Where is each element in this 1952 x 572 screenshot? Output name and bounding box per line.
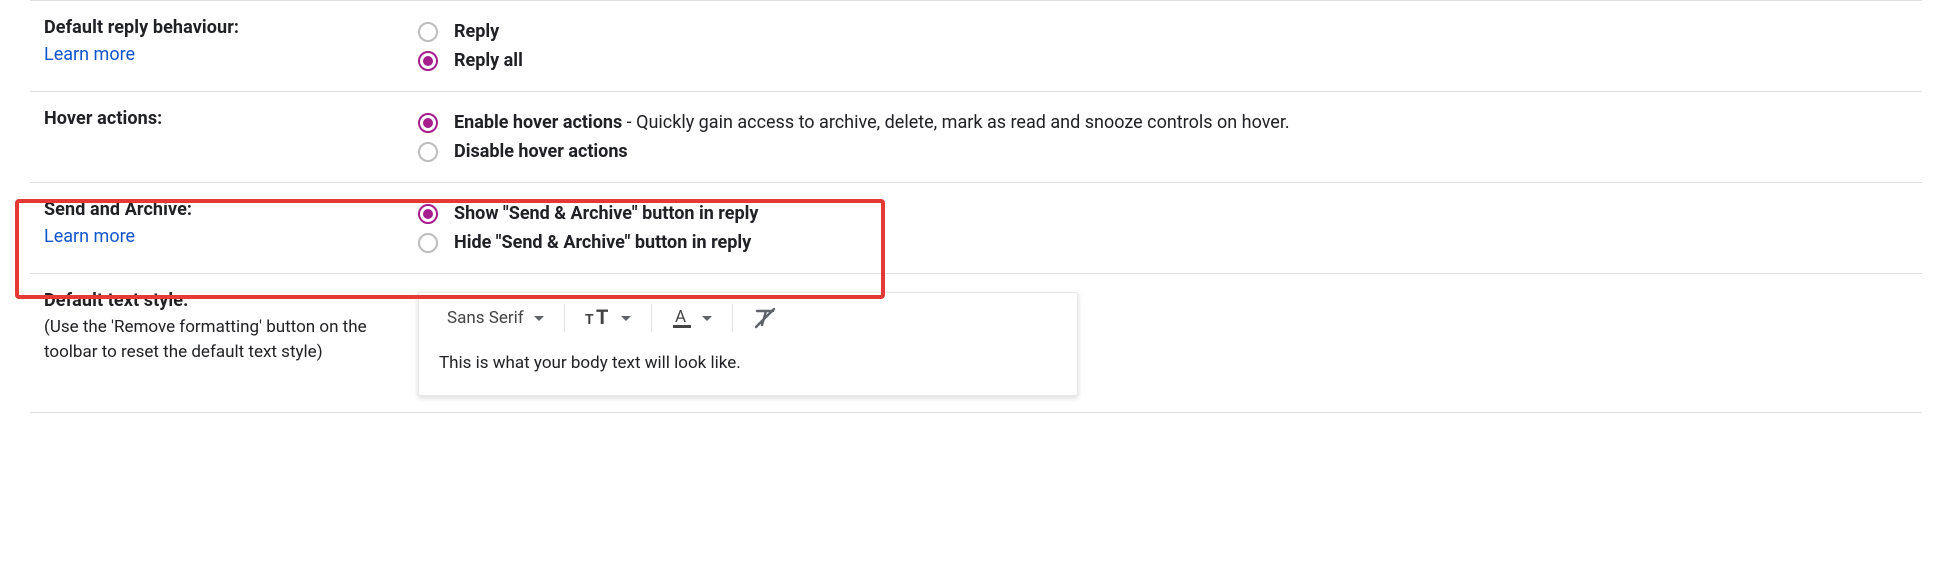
setting-title-hover: Hover actions: <box>44 108 406 129</box>
option-reply[interactable]: Reply <box>418 17 1908 46</box>
learn-more-link-send-archive[interactable]: Learn more <box>44 226 135 247</box>
font-size-dropdown[interactable]: TT <box>577 304 639 332</box>
option-reply-all[interactable]: Reply all <box>418 46 1908 75</box>
option-enable-hover-desc: - Quickly gain access to archive, delete… <box>622 112 1289 133</box>
text-style-card: Sans Serif TT A <box>418 292 1078 396</box>
section-default-reply: Default reply behaviour: Learn more Repl… <box>30 0 1922 91</box>
setting-sub-text-style: (Use the 'Remove formatting' button on t… <box>44 315 406 364</box>
text-color-icon: A <box>672 307 692 329</box>
svg-text:T: T <box>596 308 608 328</box>
text-style-toolbar: Sans Serif TT A <box>419 293 1077 343</box>
font-family-label: Sans Serif <box>447 308 524 328</box>
radio-hide-send-archive[interactable] <box>418 233 438 253</box>
option-show-send-archive-label: Show "Send & Archive" button in reply <box>454 203 758 224</box>
option-hide-send-archive-label: Hide "Send & Archive" button in reply <box>454 232 751 253</box>
chevron-down-icon <box>702 316 712 321</box>
font-family-dropdown[interactable]: Sans Serif <box>439 304 552 332</box>
svg-text:T: T <box>585 312 594 328</box>
section-send-archive: Send and Archive: Learn more Show "Send … <box>30 182 1922 273</box>
section-default-text-style: Default text style: (Use the 'Remove for… <box>30 273 1922 413</box>
remove-formatting-icon <box>753 307 777 329</box>
option-reply-all-label: Reply all <box>454 50 523 71</box>
learn-more-link-reply[interactable]: Learn more <box>44 44 135 65</box>
radio-enable-hover[interactable] <box>418 113 438 133</box>
remove-formatting-button[interactable] <box>745 303 785 333</box>
radio-reply[interactable] <box>418 22 438 42</box>
setting-title-reply: Default reply behaviour: <box>44 17 406 38</box>
radio-disable-hover[interactable] <box>418 142 438 162</box>
option-show-send-archive[interactable]: Show "Send & Archive" button in reply <box>418 199 1908 228</box>
radio-show-send-archive[interactable] <box>418 204 438 224</box>
option-reply-label: Reply <box>454 21 499 42</box>
setting-title-send-archive: Send and Archive: <box>44 199 406 220</box>
toolbar-divider <box>651 304 652 332</box>
section-hover-actions: Hover actions: Enable hover actions - Qu… <box>30 91 1922 182</box>
option-disable-hover-label: Disable hover actions <box>454 141 628 162</box>
setting-title-text-style: Default text style: <box>44 290 406 311</box>
option-enable-hover-label: Enable hover actions <box>454 112 622 133</box>
text-style-preview: This is what your body text will look li… <box>419 343 1077 395</box>
chevron-down-icon <box>621 316 631 321</box>
chevron-down-icon <box>534 316 544 321</box>
option-hide-send-archive[interactable]: Hide "Send & Archive" button in reply <box>418 228 1908 257</box>
toolbar-divider <box>732 304 733 332</box>
text-color-dropdown[interactable]: A <box>664 303 720 333</box>
svg-text:A: A <box>675 307 686 327</box>
text-size-icon: TT <box>585 308 611 328</box>
option-disable-hover[interactable]: Disable hover actions <box>418 137 1908 166</box>
toolbar-divider <box>564 304 565 332</box>
radio-reply-all[interactable] <box>418 51 438 71</box>
option-enable-hover[interactable]: Enable hover actions - Quickly gain acce… <box>418 108 1908 137</box>
